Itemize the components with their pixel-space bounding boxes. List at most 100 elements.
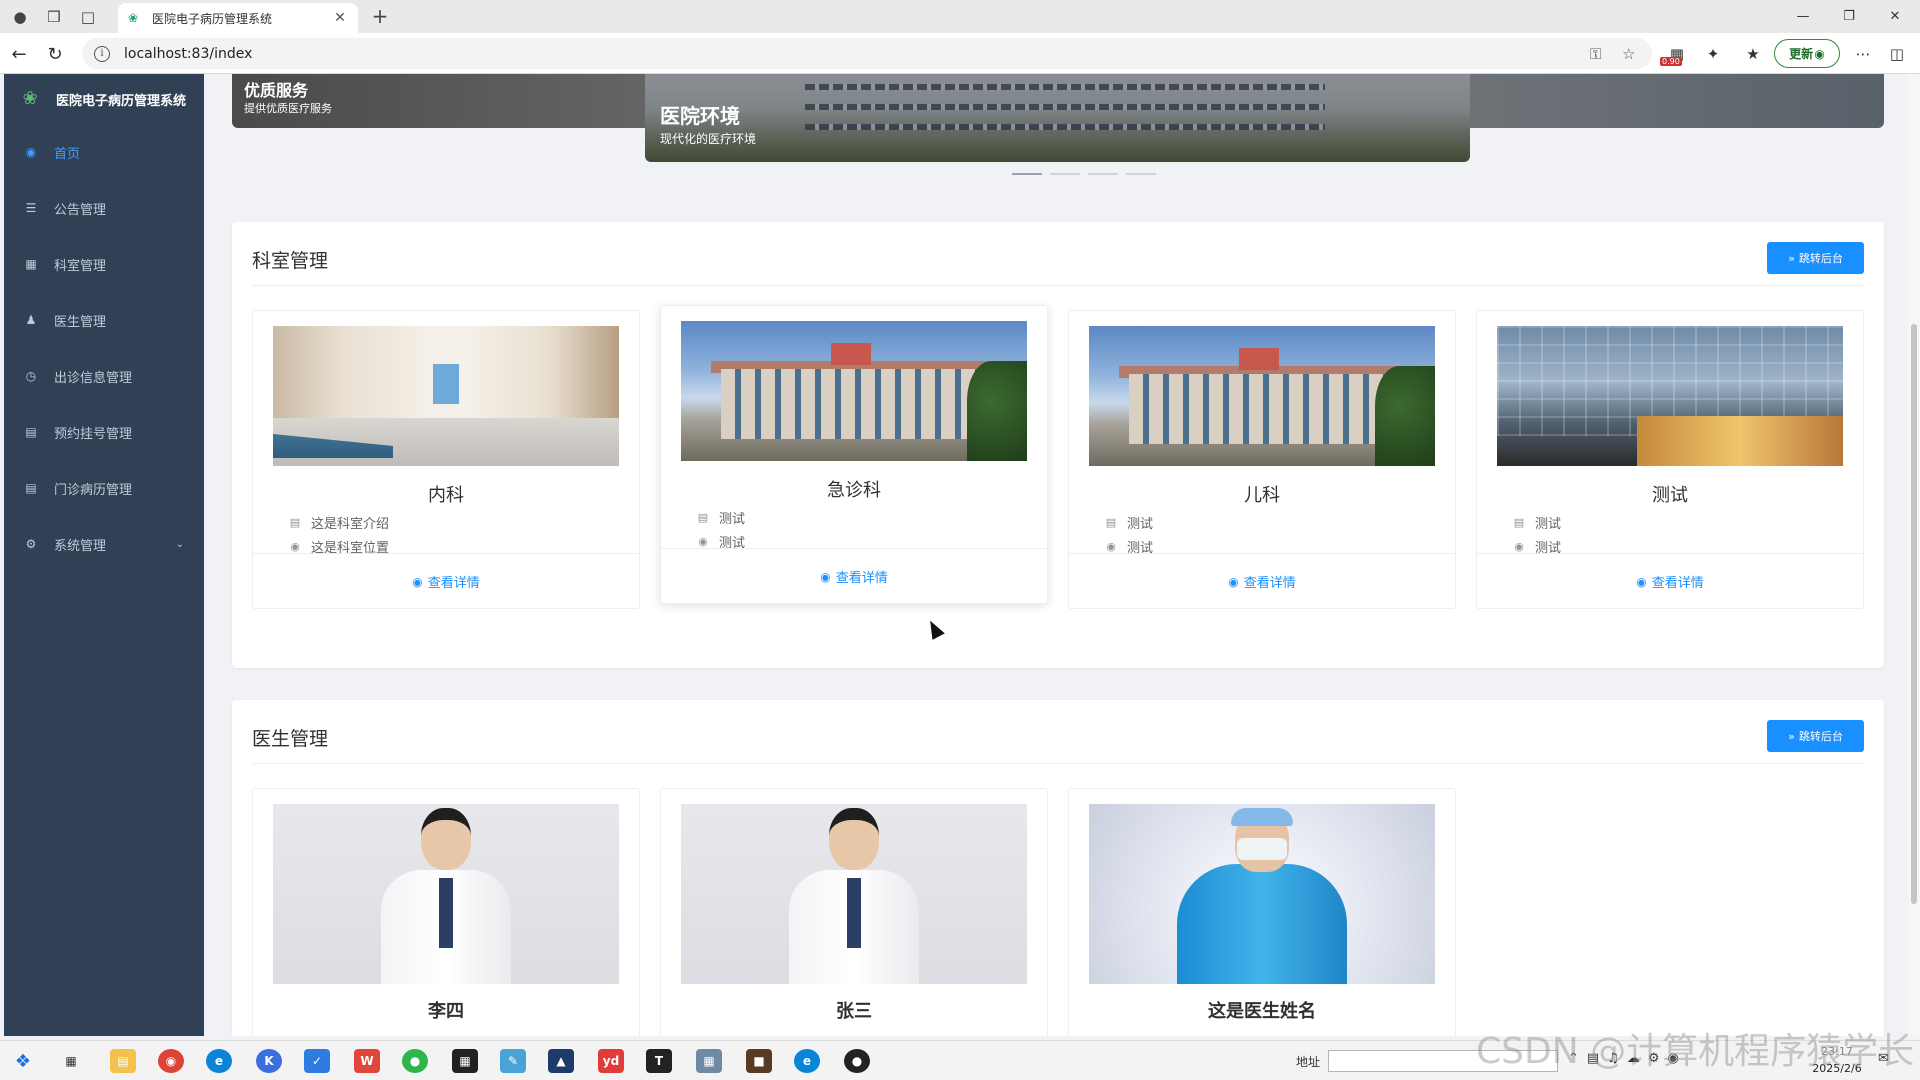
carousel-slide-active[interactable]: 医院环境 现代化的医疗环境 [645, 74, 1470, 162]
scrollbar-thumb[interactable] [1911, 324, 1917, 904]
sidebar-item-home[interactable]: ◉ 首页 [4, 124, 204, 180]
sidebar-item-label: 系统管理 [54, 538, 107, 554]
edge-icon[interactable]: e [794, 1049, 820, 1073]
view-details-link[interactable]: ◉ 查看详情 [1069, 553, 1455, 609]
update-button[interactable]: 更新 ◉ [1774, 39, 1840, 68]
typora-icon[interactable]: T [646, 1049, 672, 1073]
department-name: 内科 [428, 485, 464, 506]
file-explorer-icon[interactable]: ▤ [110, 1049, 136, 1073]
restore-window-icon[interactable]: ❐ [1826, 0, 1872, 33]
slide-title: 优质服务 [244, 81, 309, 100]
department-card[interactable]: 急诊科 ▤ 测试 ◉ 测试 ◉ 查看详情 [660, 305, 1048, 604]
address-field[interactable]: i localhost:83/index ⚿ ☆ [82, 38, 1652, 69]
app-k-icon[interactable]: K [256, 1049, 282, 1073]
extensions-puzzle-icon[interactable]: ✦ [1700, 41, 1726, 67]
doctor-photo [273, 804, 619, 984]
panel-title: 医生管理 [252, 728, 329, 750]
sidebar-item-schedule[interactable]: ◷ 出诊信息管理 [4, 348, 204, 404]
doctor-name: 李四 [428, 1001, 464, 1022]
department-card[interactable]: 测试 ▤ 测试 ◉ 测试 ◉ 查看详情 [1476, 310, 1864, 609]
more-menu-icon[interactable]: ⋯ [1850, 41, 1876, 67]
jump-backend-button[interactable]: » 跳转后台 [1767, 242, 1864, 274]
carousel-dot[interactable] [1126, 173, 1156, 175]
building-window-band [805, 124, 1325, 130]
app-box-icon[interactable]: ■ [746, 1049, 772, 1073]
sidebar-item-appointment[interactable]: ▤ 预约挂号管理 [4, 404, 204, 460]
department-name: 测试 [1652, 485, 1688, 506]
document-icon: ▤ [697, 511, 709, 524]
app-blue-icon[interactable]: ✓ [304, 1049, 330, 1073]
url-text: localhost:83/index [124, 45, 253, 62]
browser-tab-active[interactable]: ❀ 医院电子病历管理系统 ✕ [118, 3, 358, 33]
reload-button[interactable]: ↻ [42, 41, 68, 67]
document-icon: ▤ [289, 516, 301, 529]
department-card[interactable]: 儿科 ▤ 测试 ◉ 测试 ◉ 查看详情 [1068, 310, 1456, 609]
chrome-icon[interactable]: ◉ [158, 1049, 184, 1073]
minimize-window-icon[interactable]: — [1780, 0, 1826, 33]
wps-icon[interactable]: W [354, 1049, 380, 1073]
banner-carousel[interactable]: 优质服务 提供优质医疗服务 医院环境 现代化的医疗环境 [232, 74, 1884, 175]
carousel-dot[interactable] [1050, 173, 1080, 175]
jump-backend-button[interactable]: » 跳转后台 [1767, 720, 1864, 752]
watermark: CSDN @计算机程序猿学长 [1476, 1031, 1915, 1072]
doctor-card[interactable]: 张三 [660, 788, 1048, 1036]
youdao-icon[interactable]: yd [598, 1049, 624, 1073]
document-icon: ▤ [1513, 516, 1525, 529]
sidebar-item-doctor[interactable]: ♟ 医生管理 [4, 292, 204, 348]
workspaces-icon[interactable]: ❒ [40, 3, 68, 31]
wechat-icon[interactable]: ● [402, 1049, 428, 1073]
view-details-link[interactable]: ◉ 查看详情 [661, 548, 1047, 604]
edge-icon[interactable]: e [206, 1049, 232, 1073]
task-view-icon[interactable]: ▦ [58, 1049, 84, 1073]
brand[interactable]: ❀ 医院电子病历管理系统 [4, 74, 204, 124]
app-bird-icon[interactable]: ▲ [548, 1049, 574, 1073]
tab-actions-icon[interactable]: □ [74, 3, 102, 31]
image-viewer-icon[interactable]: ▦ [696, 1049, 722, 1073]
department-intro: ▤ 这是科室介绍 [289, 516, 390, 532]
doctor-photo [681, 804, 1027, 984]
panel-header: 科室管理 » 跳转后台 [252, 222, 1864, 286]
favorite-star-icon[interactable]: ☆ [1622, 38, 1635, 69]
sidebar-toggle-icon[interactable]: ◫ [1884, 41, 1910, 67]
password-key-icon[interactable]: ⚿ [1590, 38, 1601, 69]
windows-start-icon[interactable]: ❖ [10, 1049, 36, 1073]
close-window-icon[interactable]: ✕ [1872, 0, 1918, 33]
sidebar-item-records[interactable]: ▤ 门诊病历管理 [4, 460, 204, 516]
list-icon: ☰ [25, 201, 37, 215]
department-name: 急诊科 [827, 480, 881, 501]
slide-subtitle: 现代化的医疗环境 [660, 132, 757, 146]
location-pin-icon: ◉ [290, 540, 300, 553]
sidebar-item-system[interactable]: ⚙ 系统管理 ⌄ [4, 516, 204, 572]
recorder-icon[interactable]: ● [844, 1049, 870, 1073]
view-details-link[interactable]: ◉ 查看详情 [253, 553, 639, 609]
carousel-dot[interactable] [1088, 173, 1118, 175]
department-card[interactable]: 内科 ▤ 这是科室介绍 ◉ 这是科室位置 ◉ 查看详情 [252, 310, 640, 609]
site-info-icon[interactable]: i [94, 45, 110, 62]
profile-icon[interactable]: ● [6, 3, 34, 31]
update-label: 更新 [1789, 47, 1814, 61]
carousel-dot[interactable] [1012, 173, 1042, 175]
sidebar-item-department[interactable]: ▦ 科室管理 [4, 236, 204, 292]
sidebar: ❀ 医院电子病历管理系统 ◉ 首页 ☰ 公告管理 ▦ 科室管理 ♟ 医生管理 ◷… [4, 74, 204, 1036]
doctor-photo [1089, 804, 1435, 984]
double-chevron-right-icon: » [1788, 251, 1795, 265]
close-tab-icon[interactable]: ✕ [332, 10, 348, 26]
gear-icon: ⚙ [25, 537, 37, 551]
sidebar-item-label: 出诊信息管理 [54, 370, 133, 386]
sidebar-item-label: 首页 [54, 146, 81, 162]
sidebar-item-notice[interactable]: ☰ 公告管理 [4, 180, 204, 236]
notepad-icon[interactable]: ✎ [500, 1049, 526, 1073]
terminal-icon[interactable]: ▦ [452, 1049, 478, 1073]
back-button[interactable]: ← [6, 41, 32, 67]
department-image [681, 321, 1027, 461]
tab-title: 医院电子病历管理系统 [152, 11, 273, 26]
document-icon: ▤ [25, 425, 37, 439]
slide-subtitle: 提供优质医疗服务 [244, 102, 332, 115]
view-details-link[interactable]: ◉ 查看详情 [1477, 553, 1863, 609]
new-tab-button[interactable]: + [368, 5, 392, 29]
favorites-icon[interactable]: ★ [1740, 41, 1766, 67]
page-scrollbar[interactable] [1908, 74, 1920, 1036]
browser-toolbar: ← ↻ i localhost:83/index ⚿ ☆ ▦ 0.90 ✦ ★ … [0, 33, 1920, 74]
doctor-card[interactable]: 这是医生姓名 [1068, 788, 1456, 1036]
doctor-card[interactable]: 李四 [252, 788, 640, 1036]
